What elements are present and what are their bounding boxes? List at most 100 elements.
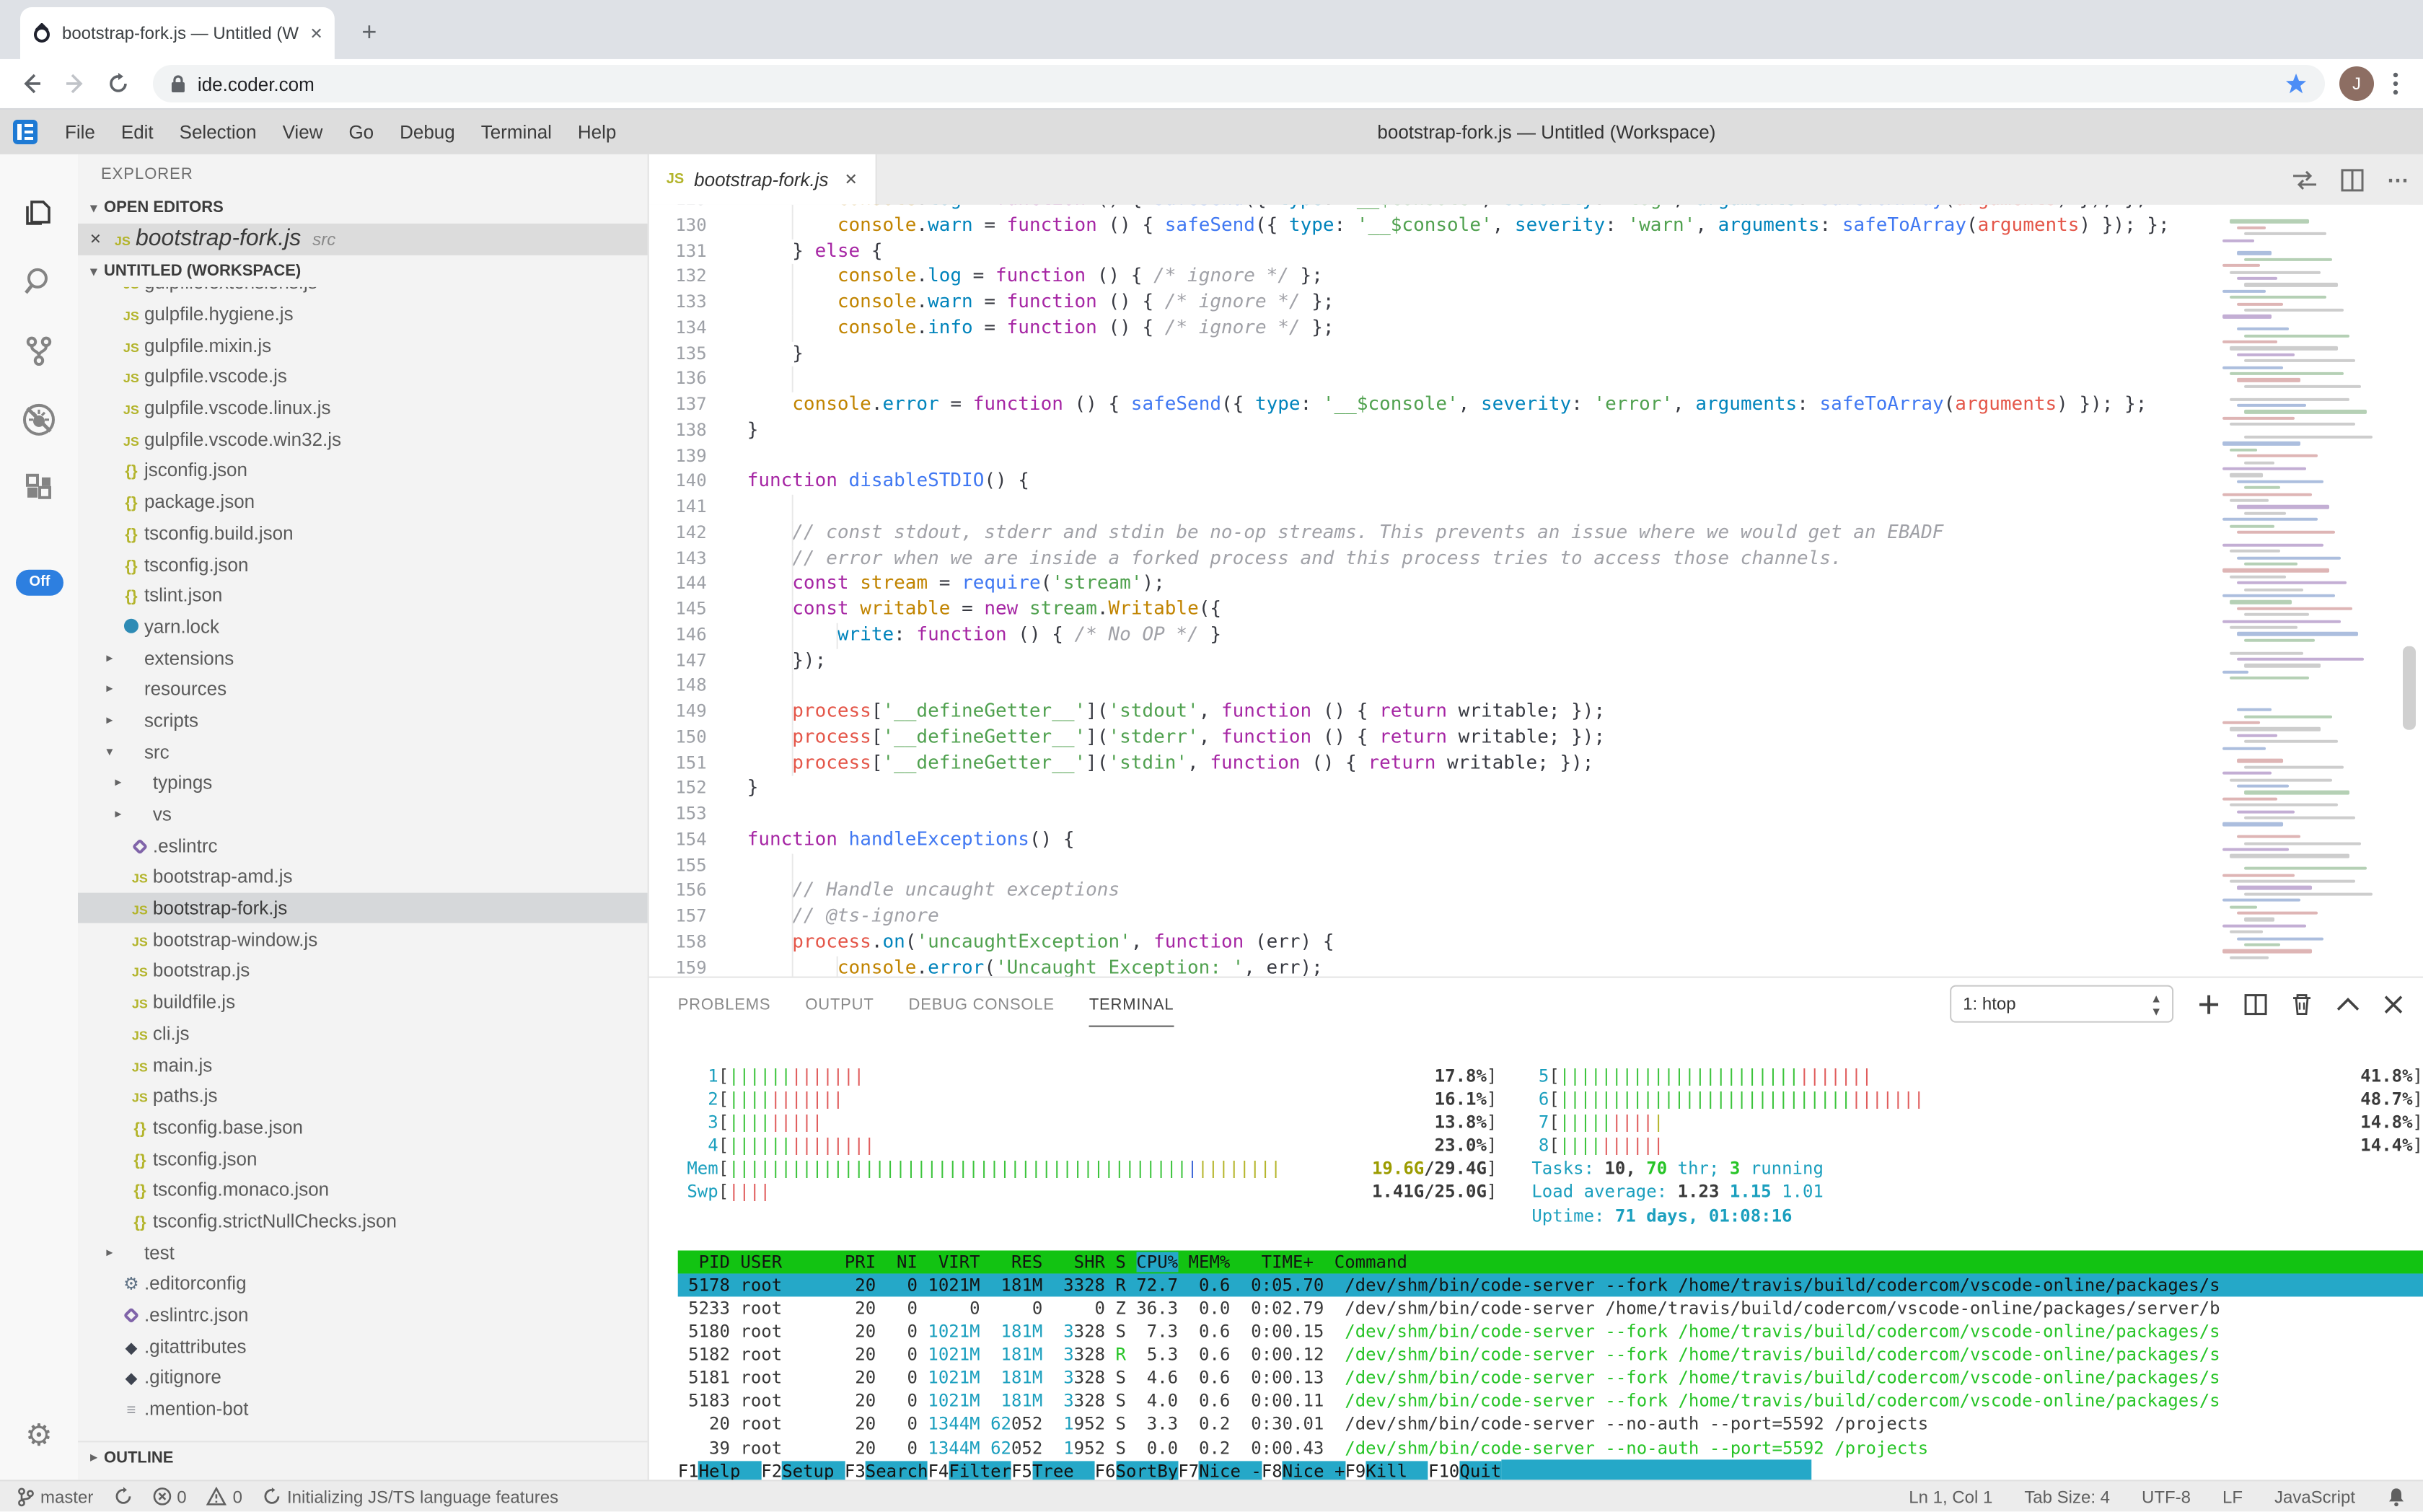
tab-close-icon[interactable]: ✕ xyxy=(309,24,322,43)
sync-item[interactable] xyxy=(113,1487,132,1506)
encoding[interactable]: UTF-8 xyxy=(2142,1486,2191,1506)
process-row[interactable]: 5233 root 20 0 0 0 0 Z 36.3 0.0 0:02.79 … xyxy=(678,1296,2423,1319)
process-row[interactable]: 5182 root 20 0 1021M 181M 3328 R 5.3 0.6… xyxy=(678,1343,2423,1366)
tree-item-gulpfile.vscode.win32.js[interactable]: JSgulpfile.vscode.win32.js xyxy=(78,423,648,454)
tree-item-buildfile.js[interactable]: JSbuildfile.js xyxy=(78,986,648,1017)
debug-disabled-icon[interactable] xyxy=(0,391,78,449)
cursor-position[interactable]: Ln 1, Col 1 xyxy=(1909,1486,1992,1506)
tree-item-.eslintrc.json[interactable]: .eslintrc.json xyxy=(78,1299,648,1330)
close-panel-icon[interactable] xyxy=(2384,995,2403,1014)
tree-item-vs[interactable]: ▸vs xyxy=(78,799,648,830)
tree-item-jsconfig.json[interactable]: {}jsconfig.json xyxy=(78,454,648,485)
panel-tab-debug-console[interactable]: DEBUG CONSOLE xyxy=(909,983,1055,1026)
tree-item-gulpfile.vscode.linux.js[interactable]: JSgulpfile.vscode.linux.js xyxy=(78,392,648,423)
menu-debug[interactable]: Debug xyxy=(387,120,468,142)
bookmark-star-icon[interactable] xyxy=(2285,72,2308,95)
fkey-f6[interactable]: F6SortBy xyxy=(1095,1459,1179,1482)
menu-help[interactable]: Help xyxy=(565,120,629,142)
fkey-f7[interactable]: F7Nice - xyxy=(1178,1459,1262,1482)
tree-item-cli.js[interactable]: JScli.js xyxy=(78,1018,648,1049)
fkey-f9[interactable]: F9Kill xyxy=(1345,1459,1428,1482)
tree-item-src[interactable]: ▾src xyxy=(78,736,648,767)
terminal-select[interactable]: 1: htop ▲▼ xyxy=(1950,985,2173,1023)
extensions-icon[interactable] xyxy=(0,460,78,518)
eol-sequence[interactable]: LF xyxy=(2222,1486,2243,1506)
menu-terminal[interactable]: Terminal xyxy=(468,120,565,142)
browser-tab[interactable]: bootstrap-fork.js — Untitled (W ✕ xyxy=(20,7,335,59)
tree-item-package.json[interactable]: {}package.json xyxy=(78,485,648,517)
panel-tab-problems[interactable]: PROBLEMS xyxy=(678,983,771,1026)
tree-item-bootstrap.js[interactable]: JSbootstrap.js xyxy=(78,955,648,986)
open-editors-header[interactable]: ▾ OPEN EDITORS xyxy=(78,192,648,224)
fkey-f3[interactable]: F3Search xyxy=(845,1459,928,1482)
outline-header[interactable]: ▸ OUTLINE xyxy=(78,1441,648,1472)
fkey-f8[interactable]: F8Nice + xyxy=(1262,1459,1345,1482)
code-editor[interactable]: 129 console.log = function () { safeSend… xyxy=(649,205,2423,977)
split-editor-icon[interactable] xyxy=(2341,168,2364,191)
tree-item-test[interactable]: ▸test xyxy=(78,1236,648,1267)
tree-item-resources[interactable]: ▸resources xyxy=(78,674,648,705)
editor-scrollbar[interactable] xyxy=(2403,646,2416,730)
open-editor-item[interactable]: ✕ JS bootstrap-fork.js src xyxy=(78,224,648,255)
errors-item[interactable]: 0 xyxy=(152,1486,186,1506)
tree-item-gulpfile.hygiene.js[interactable]: JSgulpfile.hygiene.js xyxy=(78,298,648,329)
fkey-f10[interactable]: F10Quit xyxy=(1428,1459,1501,1482)
fkey-f4[interactable]: F4Filter xyxy=(928,1459,1011,1482)
tree-item-.mention-bot[interactable]: ≡.mention-bot xyxy=(78,1393,648,1424)
source-control-icon[interactable] xyxy=(0,322,78,379)
forward-icon[interactable] xyxy=(58,66,92,101)
online-off-badge[interactable]: Off xyxy=(16,570,63,596)
language-status-item[interactable]: Initializing JS/TS language features xyxy=(263,1486,558,1506)
menu-edit[interactable]: Edit xyxy=(108,120,167,142)
maximize-panel-icon[interactable] xyxy=(2336,997,2360,1011)
notifications-bell-icon[interactable] xyxy=(2387,1486,2406,1506)
tree-item-scripts[interactable]: ▸scripts xyxy=(78,705,648,736)
menu-view[interactable]: View xyxy=(270,120,336,142)
tree-item-.gitattributes[interactable]: ◆.gitattributes xyxy=(78,1330,648,1361)
fkey-f5[interactable]: F5Tree xyxy=(1011,1459,1095,1482)
tree-item-.eslintrc[interactable]: .eslintrc xyxy=(78,830,648,861)
tree-item-extensions[interactable]: ▸extensions xyxy=(78,642,648,673)
tree-item-gulpfile.vscode.js[interactable]: JSgulpfile.vscode.js xyxy=(78,361,648,392)
explorer-icon[interactable] xyxy=(0,183,78,241)
tree-item-.gitignore[interactable]: ◆.gitignore xyxy=(78,1362,648,1393)
terminal[interactable]: 1[|||||||||||||17.8%]5[|||||||||||||||||… xyxy=(649,1032,2423,1482)
tree-item-main.js[interactable]: JSmain.js xyxy=(78,1049,648,1080)
tree-item-bootstrap-fork.js[interactable]: JSbootstrap-fork.js xyxy=(78,892,648,923)
settings-gear-icon[interactable]: ⚙ xyxy=(0,1406,78,1464)
editor-tab[interactable]: JS bootstrap-fork.js ✕ xyxy=(649,154,876,205)
tree-item-typings[interactable]: ▸typings xyxy=(78,768,648,799)
panel-tab-terminal[interactable]: TERMINAL xyxy=(1089,983,1174,1027)
reload-icon[interactable] xyxy=(101,66,136,101)
git-branch-item[interactable]: master xyxy=(17,1486,93,1506)
language-mode[interactable]: JavaScript xyxy=(2274,1486,2355,1506)
search-icon[interactable] xyxy=(0,252,78,310)
tree-item-tsconfig.json[interactable]: {}tsconfig.json xyxy=(78,548,648,579)
tree-item-gulpfile.extensions.js[interactable]: JSgulpfile.extensions.js xyxy=(78,287,648,298)
new-tab-button[interactable]: + xyxy=(352,14,387,49)
tree-item-.editorconfig[interactable]: ⚙.editorconfig xyxy=(78,1267,648,1298)
process-row[interactable]: 5183 root 20 0 1021M 181M 3328 S 4.0 0.6… xyxy=(678,1389,2423,1412)
menu-file[interactable]: File xyxy=(52,120,108,142)
tree-item-tsconfig.json[interactable]: {}tsconfig.json xyxy=(78,1143,648,1174)
tree-item-tslint.json[interactable]: {}tslint.json xyxy=(78,580,648,611)
menu-selection[interactable]: Selection xyxy=(167,120,270,142)
tree-item-tsconfig.strictNullChecks.json[interactable]: {}tsconfig.strictNullChecks.json xyxy=(78,1205,648,1236)
tree-item-tsconfig.build.json[interactable]: {}tsconfig.build.json xyxy=(78,517,648,548)
avatar[interactable]: J xyxy=(2339,66,2374,101)
fkey-f2[interactable]: F2Setup xyxy=(761,1459,845,1482)
tree-item-yarn.lock[interactable]: yarn.lock xyxy=(78,611,648,642)
indentation[interactable]: Tab Size: 4 xyxy=(2024,1486,2110,1506)
tree-item-tsconfig.base.json[interactable]: {}tsconfig.base.json xyxy=(78,1112,648,1143)
tree-item-bootstrap-window.js[interactable]: JSbootstrap-window.js xyxy=(78,923,648,954)
tab-close-icon[interactable]: ✕ xyxy=(845,170,858,189)
process-row[interactable]: 20 root 20 0 1344M 62052 1952 S 3.3 0.2 … xyxy=(678,1412,2423,1436)
split-terminal-icon[interactable] xyxy=(2244,993,2267,1015)
menu-go[interactable]: Go xyxy=(335,120,387,142)
close-icon[interactable]: ✕ xyxy=(89,232,110,247)
kill-terminal-icon[interactable] xyxy=(2292,993,2312,1016)
fkey-f1[interactable]: F1Help xyxy=(678,1459,762,1482)
process-row[interactable]: 5180 root 20 0 1021M 181M 3328 S 7.3 0.6… xyxy=(678,1320,2423,1343)
warnings-item[interactable]: 0 xyxy=(207,1486,242,1506)
process-row[interactable]: 5178 root 20 0 1021M 181M 3328 R 72.7 0.… xyxy=(678,1273,2423,1296)
